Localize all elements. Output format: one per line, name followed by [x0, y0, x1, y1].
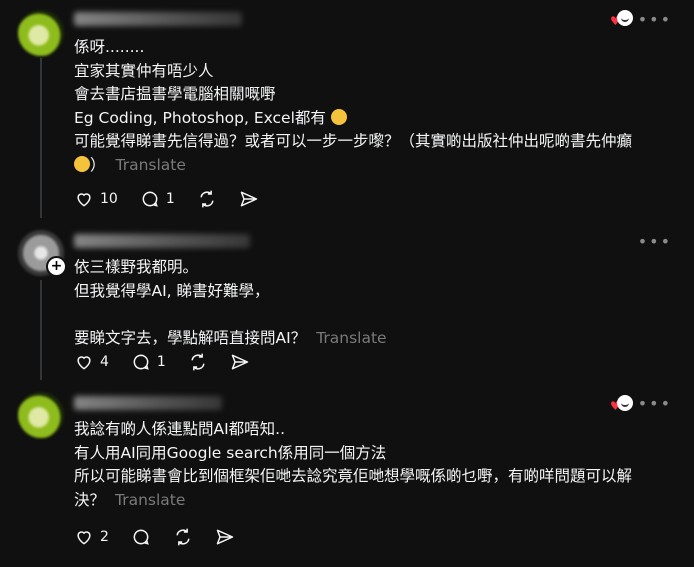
avatar[interactable]: [18, 10, 64, 56]
share-button[interactable]: [230, 352, 250, 372]
author-avatar-icon: [617, 395, 633, 411]
comment-icon: [142, 191, 158, 207]
reply-count: 1: [165, 191, 175, 207]
username-blurred[interactable]: [74, 12, 242, 26]
comment-icon: [133, 354, 149, 370]
post-text: 依三樣野我都明。 但我覺得學AI, 睇書好難學， 要睇文字去，學點解唔直接問AI…: [74, 258, 387, 347]
share-button[interactable]: [239, 189, 259, 209]
send-icon: [231, 354, 249, 370]
more-options-icon[interactable]: •••: [638, 232, 672, 251]
comment-icon: [133, 529, 149, 545]
repost-icon: [200, 190, 214, 208]
repost-icon: [191, 353, 205, 371]
reply-button[interactable]: 1: [140, 189, 175, 209]
share-button[interactable]: [215, 527, 235, 547]
reply-button[interactable]: 1: [131, 352, 166, 372]
send-icon: [216, 529, 234, 545]
action-bar: 4 1: [74, 351, 272, 373]
more-options-icon[interactable]: •••: [638, 10, 672, 29]
username-blurred[interactable]: [74, 396, 222, 410]
translate-link[interactable]: Translate: [116, 156, 186, 174]
post-text: 係呀........ 宜家其實仲有唔少人 會去書店揾書學電腦相關嘅嘢 Eg Co…: [74, 38, 633, 174]
action-bar: 10 1: [74, 188, 281, 210]
repost-button[interactable]: [188, 352, 208, 372]
like-button[interactable]: 2: [74, 527, 109, 547]
reply-count: 1: [156, 354, 166, 370]
repost-icon: [176, 528, 190, 546]
liked-by-author-badge: ♥: [610, 10, 634, 30]
post-text: 我諗有啲人係連點問AI都唔知.. 有人用AI同用Google search係用同…: [74, 420, 633, 509]
like-count: 4: [100, 354, 109, 370]
more-options-icon[interactable]: •••: [638, 394, 672, 413]
author-avatar-icon: [617, 10, 633, 26]
repost-button[interactable]: [197, 189, 217, 209]
like-button[interactable]: 10: [74, 189, 118, 209]
emoji-icon: [330, 108, 347, 125]
send-icon: [240, 191, 257, 207]
reply-button[interactable]: [131, 527, 151, 547]
translate-link[interactable]: Translate: [115, 491, 185, 509]
heart-outline-icon: [77, 531, 91, 545]
action-bar: 2: [74, 526, 257, 548]
follow-plus-icon[interactable]: +: [46, 256, 67, 277]
like-count: 2: [100, 529, 109, 545]
heart-outline-icon: [77, 356, 91, 370]
repost-button[interactable]: [173, 527, 193, 547]
liked-by-author-badge: ♥: [610, 395, 634, 415]
thread-line: [40, 58, 42, 218]
thread-line: [40, 280, 42, 380]
avatar[interactable]: [18, 392, 64, 438]
translate-link[interactable]: Translate: [316, 329, 386, 347]
like-count: 10: [100, 191, 118, 207]
like-button[interactable]: 4: [74, 352, 109, 372]
heart-outline-icon: [77, 193, 91, 207]
username-blurred[interactable]: [74, 234, 250, 248]
emoji-icon: [74, 155, 90, 172]
